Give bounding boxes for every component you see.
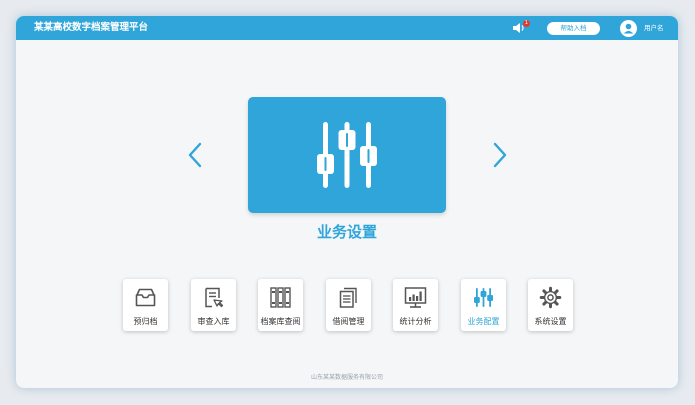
- user-avatar-icon[interactable]: [620, 20, 637, 37]
- document-review-icon: [205, 287, 224, 308]
- feature-title: 业务设置: [316, 223, 377, 241]
- nav-item-system-settings[interactable]: 系统设置: [528, 279, 573, 331]
- nav-label: 预归档: [133, 317, 158, 326]
- sliders-icon: [317, 122, 377, 188]
- nav-item-archive-lookup[interactable]: 档案库查阅: [258, 279, 303, 331]
- nav-item-business-config[interactable]: 业务配置: [461, 279, 506, 331]
- nav-label: 档案库查阅: [260, 317, 301, 326]
- app-window: 某某高校数字档案管理平台 1 帮助入档 用户名 业务设置 预归档 审查入库 档案…: [16, 16, 678, 388]
- feature-card[interactable]: [248, 97, 446, 213]
- nav-label: 借阅管理: [332, 317, 365, 326]
- nav-item-statistics[interactable]: 统计分析: [393, 279, 438, 331]
- top-bar: 某某高校数字档案管理平台 1 帮助入档 用户名: [16, 16, 678, 40]
- bar-chart-icon: [404, 287, 427, 308]
- nav-label: 审查入库: [197, 317, 230, 326]
- nav-item-pre-archive[interactable]: 预归档: [123, 279, 168, 331]
- binders-icon: [270, 287, 291, 308]
- nav-label: 业务配置: [467, 317, 500, 326]
- nav-label: 统计分析: [399, 317, 432, 326]
- nav-item-review-storage[interactable]: 审查入库: [191, 279, 236, 331]
- footer-copyright: 山东某某数据服务有限公司: [310, 374, 383, 381]
- help-button[interactable]: 帮助入档: [547, 22, 600, 35]
- nav-label: 系统设置: [534, 317, 567, 326]
- gear-icon: [539, 286, 562, 309]
- username[interactable]: 用户名: [644, 23, 664, 33]
- inbox-icon: [135, 288, 156, 307]
- notification-badge: 1: [523, 20, 530, 27]
- app-title: 某某高校数字档案管理平台: [34, 22, 149, 33]
- chevron-right-icon[interactable]: [493, 142, 507, 168]
- sliders-icon: [474, 288, 493, 307]
- nav-item-borrow-management[interactable]: 借阅管理: [326, 279, 371, 331]
- chevron-left-icon[interactable]: [188, 142, 202, 168]
- documents-icon: [339, 287, 357, 308]
